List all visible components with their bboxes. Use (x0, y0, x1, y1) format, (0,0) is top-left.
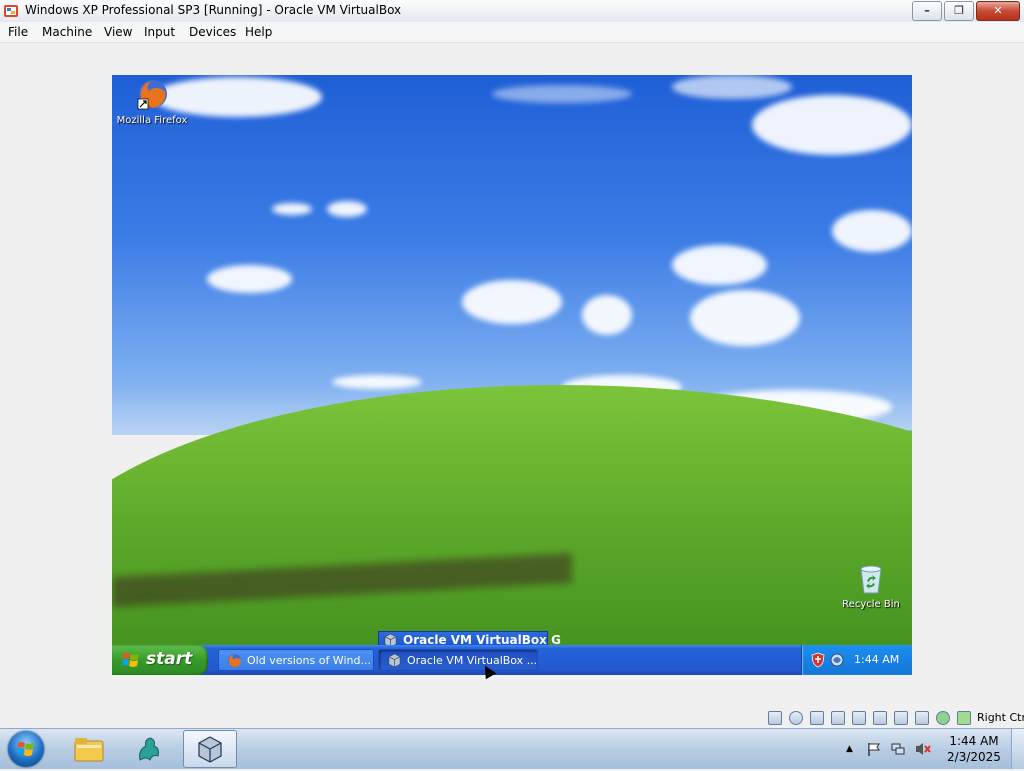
recycle-bin-icon (860, 565, 882, 594)
firefox-icon (137, 80, 167, 110)
cloud (752, 95, 912, 155)
desktop-icon-firefox[interactable]: Mozilla Firefox (114, 77, 190, 126)
minimize-icon: – (924, 4, 930, 17)
restore-icon: ❐ (954, 4, 964, 17)
keyboard-icon[interactable] (957, 711, 971, 725)
task-firefox[interactable]: Old versions of Wind... (218, 649, 374, 671)
optical-drive-icon[interactable] (789, 711, 803, 725)
volume-muted-icon[interactable] (914, 741, 932, 757)
close-button[interactable]: ✕ (976, 1, 1020, 21)
cloud (272, 203, 312, 215)
audio-icon[interactable] (810, 711, 824, 725)
cloud (582, 295, 632, 335)
xp-system-tray: 1:44 AM (801, 645, 912, 675)
security-shield-icon[interactable] (810, 652, 826, 668)
taskbar-virtualbox[interactable] (183, 730, 237, 768)
network-status-icon[interactable] (890, 741, 906, 757)
start-orb-button[interactable] (8, 731, 44, 767)
task-label: Oracle VM VirtualBox ... (407, 654, 538, 667)
virtualbox-icon (388, 653, 401, 668)
video-capture-icon[interactable] (915, 711, 929, 725)
cloud (207, 265, 292, 293)
action-center-flag-icon[interactable] (866, 741, 882, 757)
menu-input[interactable]: Input (144, 25, 175, 39)
display-icon[interactable] (894, 711, 908, 725)
app-icon (139, 737, 159, 761)
virtualbox-app-icon (4, 5, 18, 17)
start-label: start (146, 649, 193, 669)
show-desktop-button[interactable] (1011, 729, 1024, 769)
menu-machine[interactable]: Machine (42, 25, 92, 39)
window-title-bar[interactable]: Windows XP Professional SP3 [Running] - … (0, 0, 1024, 23)
hard-disk-icon[interactable] (768, 711, 782, 725)
minimize-button[interactable]: – (912, 1, 942, 21)
shared-folders-icon[interactable] (873, 711, 887, 725)
tray-expand-arrow[interactable]: ▲ (846, 744, 853, 754)
desktop-icon-label: Mozilla Firefox (116, 115, 188, 126)
host-taskbar: ▲ 1:44 AM 2/3/2025 (0, 728, 1024, 769)
windows-flag-icon (122, 653, 139, 667)
start-button[interactable]: start (112, 645, 208, 675)
host-clock-time: 1:44 AM (949, 734, 999, 748)
network-icon[interactable] (831, 711, 845, 725)
file-explorer-icon (74, 738, 104, 762)
virtualbox-icon (198, 736, 222, 763)
restore-button[interactable]: ❐ (944, 1, 974, 21)
taskbar-explorer[interactable] (62, 730, 116, 768)
task-virtualbox[interactable]: Oracle VM VirtualBox ... (378, 649, 538, 671)
desktop-icon-label: Recycle Bin (842, 599, 900, 610)
desktop-icon-recycle-bin[interactable]: Recycle Bin (834, 563, 908, 610)
cloud (462, 280, 562, 324)
cloud (492, 85, 632, 103)
menu-view[interactable]: View (104, 25, 132, 39)
cloud (832, 210, 912, 252)
xp-clock[interactable]: 1:44 AM (854, 653, 899, 666)
network-icon[interactable] (829, 652, 845, 668)
menu-help[interactable]: Help (245, 25, 272, 39)
cloud (327, 201, 367, 217)
cloud (332, 375, 422, 389)
cpu-icon[interactable] (936, 711, 950, 725)
cloud (690, 290, 800, 346)
menu-file[interactable]: File (8, 25, 28, 39)
taskbar-app[interactable] (122, 730, 176, 768)
xp-taskbar: start Old versions of Wind... Oracle VM … (112, 645, 912, 675)
host-key-label: Right Ctrl (977, 711, 1024, 724)
close-icon: ✕ (993, 4, 1003, 17)
firefox-icon (227, 653, 242, 668)
host-clock[interactable]: 1:44 AM 2/3/2025 (944, 733, 1004, 765)
cloud (672, 245, 767, 285)
guest-screen[interactable]: Mozilla Firefox Recycle Bin Oracle VM Vi… (112, 75, 912, 675)
vm-status-bar: Right Ctrl (0, 708, 1024, 728)
task-label: Old versions of Wind... (247, 654, 371, 667)
usb-icon[interactable] (852, 711, 866, 725)
window-title: Windows XP Professional SP3 [Running] - … (25, 3, 402, 17)
host-clock-date: 2/3/2025 (947, 750, 1001, 764)
menu-devices[interactable]: Devices (189, 25, 236, 39)
cloud (672, 75, 792, 99)
menu-bar: File Machine View Input Devices Help (0, 22, 1024, 43)
windows-logo-icon (17, 742, 34, 756)
